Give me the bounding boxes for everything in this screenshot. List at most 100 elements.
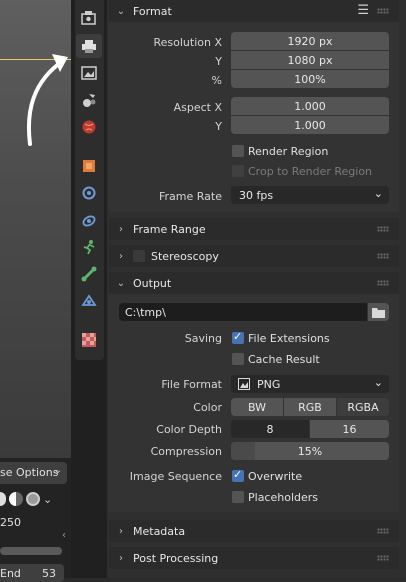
scene-icon [83, 94, 96, 107]
overwrite-checkbox[interactable] [232, 468, 244, 482]
color-rgb-button[interactable]: RGB [284, 398, 336, 416]
tab-texture[interactable] [76, 328, 102, 352]
physics-runner-icon [83, 240, 95, 255]
frame-rate-label: Frame Rate [159, 190, 222, 203]
color-label: Color [193, 401, 222, 414]
render-region-checkbox[interactable] [232, 145, 244, 157]
drag-handle-icon[interactable] [377, 280, 389, 286]
chevron-right-icon: › [119, 552, 123, 564]
viewport-options-label: se Options [0, 466, 59, 479]
aspect-y-label: Y [215, 120, 222, 133]
section-metadata-header[interactable]: › Metadata [109, 520, 399, 542]
output-path-field[interactable]: C:\tmp\ [119, 303, 367, 321]
stereoscopy-checkbox[interactable] [133, 250, 145, 262]
shading-modes[interactable]: ⌄ [0, 488, 70, 510]
section-output-title: Output [133, 276, 172, 290]
crop-region-checkbox[interactable] [232, 165, 244, 177]
object-data-icon [81, 294, 97, 306]
aspect-x-field[interactable]: 1.000 [231, 97, 389, 115]
chevron-down-icon: ⌄ [116, 277, 126, 289]
tab-modifiers[interactable] [76, 181, 102, 205]
chevron-down-icon: ⌄ [53, 465, 62, 476]
section-frame-range-title: Frame Range [133, 222, 206, 236]
drag-handle-icon[interactable] [377, 226, 389, 232]
tab-particles[interactable] [76, 208, 102, 232]
tab-output[interactable] [76, 34, 102, 58]
end-value: 53 [42, 567, 56, 580]
color-bw-button[interactable]: BW [231, 398, 283, 416]
end-frame-field[interactable]: End 53 [0, 564, 64, 582]
drag-handle-icon[interactable] [377, 528, 389, 534]
file-extensions-checkbox[interactable] [232, 330, 244, 344]
drag-handle-icon[interactable] [377, 253, 389, 259]
section-metadata-title: Metadata [133, 524, 186, 538]
output-printer-icon [82, 40, 96, 53]
image-file-icon [238, 378, 250, 390]
file-format-label: File Format [161, 378, 222, 391]
resolution-x-label: Resolution X [153, 36, 222, 49]
aspect-x-label: Aspect X [173, 101, 222, 114]
drag-handle-icon[interactable] [377, 8, 389, 14]
shading-solid-icon[interactable] [0, 492, 6, 506]
tab-render[interactable] [76, 6, 102, 30]
file-extensions-label: File Extensions [248, 332, 330, 345]
compression-label: Compression [150, 445, 222, 458]
cache-result-checkbox[interactable] [232, 353, 244, 365]
shading-material-icon[interactable] [9, 492, 23, 506]
tab-view-layer[interactable] [76, 61, 102, 85]
object-square-icon [83, 160, 95, 172]
color-rgba-button[interactable]: RGBA [337, 398, 389, 416]
aspect-y-field[interactable]: 1.000 [231, 116, 389, 134]
chevron-down-icon: ⌄ [373, 187, 383, 200]
tab-object-constraints[interactable] [76, 262, 102, 286]
particles-icon [82, 215, 96, 227]
section-stereoscopy-header[interactable]: › Stereoscopy [109, 245, 399, 267]
section-stereoscopy-title: Stereoscopy [151, 249, 219, 263]
chevron-right-icon: › [119, 250, 123, 262]
tab-scene[interactable] [76, 88, 102, 112]
drag-handle-icon[interactable] [377, 555, 389, 561]
percent-label: % [211, 74, 222, 87]
cache-result-label: Cache Result [248, 353, 320, 366]
viewport-options-dropdown[interactable]: se Options ⌄ [0, 462, 67, 484]
presets-list-icon[interactable]: ☰ [357, 3, 369, 18]
saving-label: Saving [184, 332, 222, 345]
tab-object-data[interactable] [76, 289, 102, 313]
chevron-down-icon[interactable]: ⌄ [43, 493, 52, 506]
color-depth-8-button[interactable]: 8 [231, 420, 309, 438]
tab-physics[interactable] [76, 235, 102, 259]
tab-object[interactable] [76, 154, 102, 178]
frame-rate-dropdown[interactable]: 30 fps ⌄ [231, 186, 389, 204]
curved-arrow-icon [26, 54, 68, 146]
section-output-header[interactable]: ⌄ Output [109, 272, 399, 294]
color-depth-16-button[interactable]: 16 [310, 420, 389, 438]
view-layer-image-icon [81, 66, 97, 80]
browse-folder-button[interactable] [368, 303, 389, 321]
shading-rendered-icon[interactable] [26, 492, 40, 506]
resolution-y-field[interactable]: 1080 px [231, 51, 389, 69]
overwrite-label: Overwrite [248, 470, 303, 483]
compression-slider-fill [231, 442, 255, 460]
compression-slider[interactable]: 15% [231, 442, 389, 460]
world-globe-icon [82, 120, 96, 134]
frame-value: 250 [0, 516, 21, 529]
file-format-value: PNG [257, 377, 281, 391]
modifier-wrench-icon [82, 186, 96, 200]
resolution-y-label: Y [215, 55, 222, 68]
chevron-left-icon[interactable]: ‹ [62, 530, 66, 541]
file-format-dropdown[interactable]: PNG ⌄ [231, 375, 389, 393]
chevron-right-icon: › [119, 223, 123, 235]
placeholders-label: Placeholders [248, 491, 319, 504]
section-post-processing-header[interactable]: › Post Processing [109, 547, 399, 569]
tab-world[interactable] [76, 115, 102, 139]
section-frame-range-header[interactable]: › Frame Range [109, 218, 399, 240]
percent-field[interactable]: 100% [231, 70, 389, 88]
placeholders-checkbox[interactable] [232, 491, 244, 503]
texture-checker-icon [82, 333, 96, 347]
chevron-down-icon: ⌄ [373, 376, 383, 389]
resolution-x-field[interactable]: 1920 px [231, 32, 389, 50]
end-label: End [0, 567, 21, 580]
section-format-header[interactable]: ⌄ Format ☰ [109, 0, 399, 22]
frame-rate-value: 30 fps [239, 188, 274, 202]
timeline-slider[interactable] [0, 547, 62, 555]
